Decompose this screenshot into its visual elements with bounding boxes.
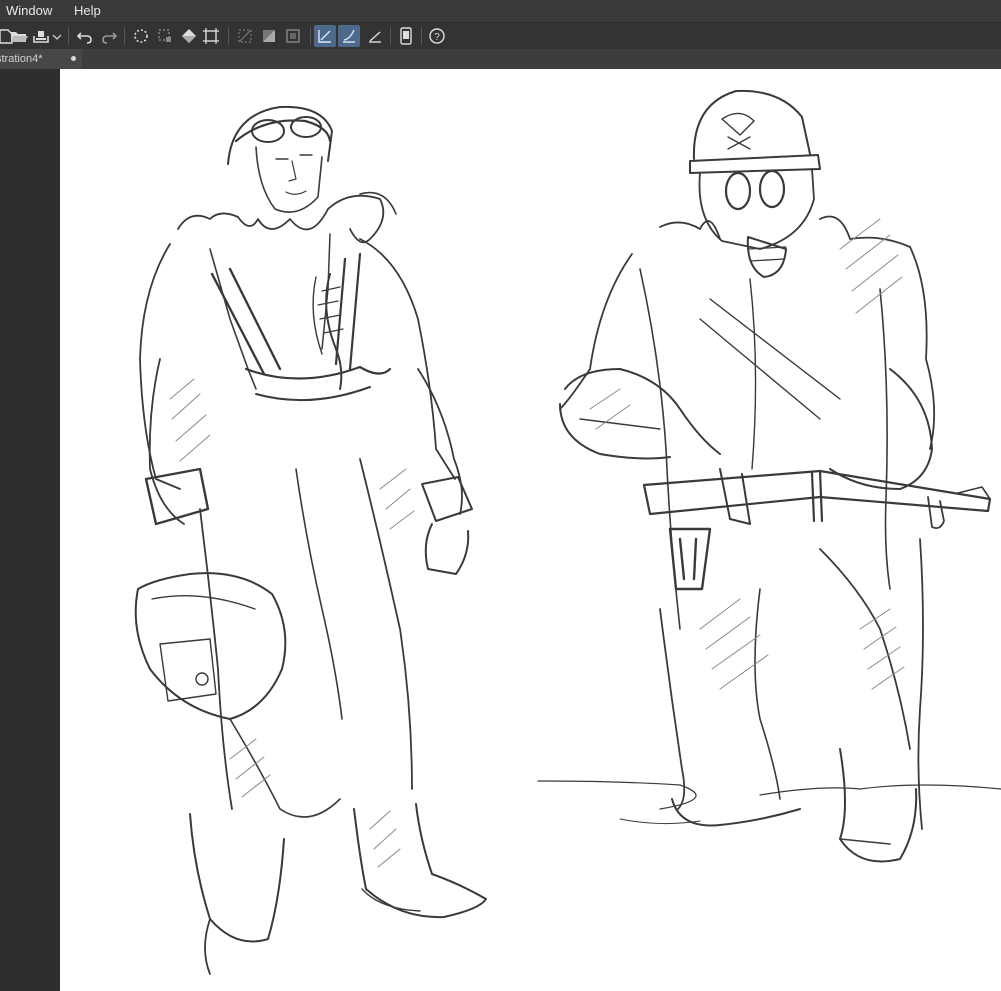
help-icon[interactable]: ?	[426, 25, 448, 47]
crop-icon[interactable]	[282, 25, 304, 47]
command-bar: ?	[0, 22, 1001, 50]
toolbar-separator	[421, 27, 422, 45]
document-tab-title: stration4*	[0, 53, 43, 65]
unsaved-dot-icon[interactable]	[71, 56, 76, 61]
document-tab-bar: stration4*	[0, 49, 1001, 69]
menu-bar: Window Help	[0, 0, 1001, 22]
toolbar-separator	[124, 27, 125, 45]
smartphone-companion-icon[interactable]	[395, 25, 417, 47]
aviator-figure	[134, 105, 487, 975]
drawing-canvas[interactable]	[60, 69, 1001, 991]
transform-icon[interactable]	[200, 25, 222, 47]
menu-window[interactable]: Window	[6, 3, 52, 18]
redo-icon[interactable]	[98, 25, 120, 47]
sketch-artwork	[134, 89, 1001, 975]
clear-selection-icon[interactable]	[154, 25, 176, 47]
menu-help[interactable]: Help	[74, 3, 101, 18]
workspace	[0, 69, 1001, 991]
svg-text:?: ?	[434, 32, 440, 43]
toolbar-separator	[390, 27, 391, 45]
fill-icon[interactable]	[178, 25, 200, 47]
snap-to-special-ruler-icon[interactable]	[338, 25, 360, 47]
snap-to-grid-icon[interactable]	[364, 25, 386, 47]
snap-to-ruler-icon[interactable]	[314, 25, 336, 47]
deselect-icon[interactable]	[130, 25, 152, 47]
toolbar-separator	[68, 27, 69, 45]
hide-selection-icon[interactable]	[234, 25, 256, 47]
document-tab[interactable]: stration4*	[0, 49, 82, 69]
toolbar-separator	[228, 27, 229, 45]
undo-icon[interactable]	[74, 25, 96, 47]
soldier-figure	[537, 89, 1001, 863]
open-folder-icon[interactable]	[8, 25, 30, 47]
invert-selection-icon[interactable]	[258, 25, 280, 47]
save-icon[interactable]	[30, 25, 52, 47]
toolbar-separator	[310, 27, 311, 45]
save-dropdown-icon[interactable]	[50, 25, 64, 47]
